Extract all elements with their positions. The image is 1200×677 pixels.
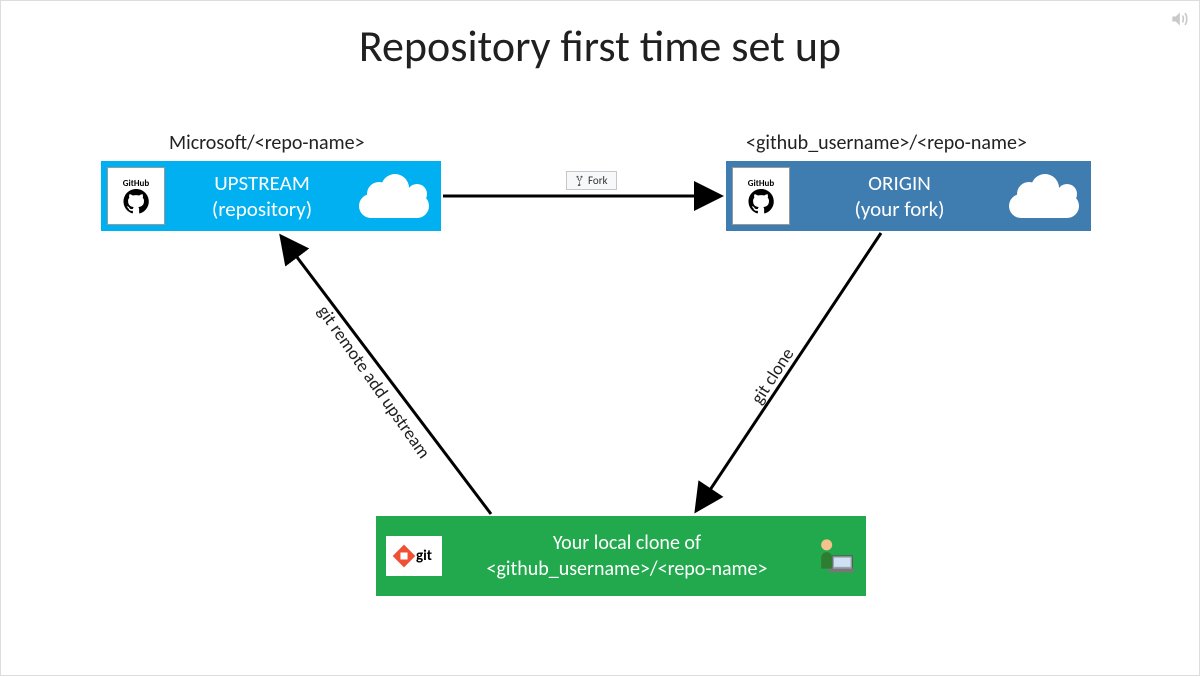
origin-title: ORIGIN <box>790 170 1009 196</box>
git-clone-label: git clone <box>746 344 798 408</box>
github-icon: GitHub <box>732 167 790 225</box>
upstream-box: GitHub UPSTREAM (repository) <box>101 161 441 231</box>
origin-box: GitHub ORIGIN (your fork) <box>726 161 1091 231</box>
git-remote-label: git remote add upstream <box>313 301 435 462</box>
upstream-text: UPSTREAM (repository) <box>165 170 359 223</box>
upstream-path-label: Microsoft/<repo-name> <box>169 131 365 155</box>
git-icon: git <box>386 536 442 576</box>
cloud-icon <box>1009 174 1079 218</box>
github-icon: GitHub <box>107 167 165 225</box>
local-line1: Your local clone of <box>442 530 812 556</box>
local-clone-box: git Your local clone of <github_username… <box>376 516 866 596</box>
origin-path-label: <github_username>/<repo-name> <box>746 131 1027 155</box>
github-icon-label: GitHub <box>748 178 774 189</box>
git-label: git <box>416 547 432 565</box>
upstream-subtitle: (repository) <box>165 196 359 222</box>
origin-subtitle: (your fork) <box>790 196 1009 222</box>
fork-label: Fork <box>588 174 608 187</box>
cloud-icon <box>359 174 429 218</box>
local-line2: <github_username>/<repo-name> <box>442 556 812 582</box>
page-title: Repository first time set up <box>1 19 1199 73</box>
local-text: Your local clone of <github_username>/<r… <box>442 530 812 582</box>
github-icon-label: GitHub <box>123 178 149 189</box>
origin-text: ORIGIN (your fork) <box>790 170 1009 223</box>
user-computer-icon <box>812 532 856 581</box>
upstream-title: UPSTREAM <box>165 170 359 196</box>
fork-button[interactable]: Fork <box>566 171 617 190</box>
